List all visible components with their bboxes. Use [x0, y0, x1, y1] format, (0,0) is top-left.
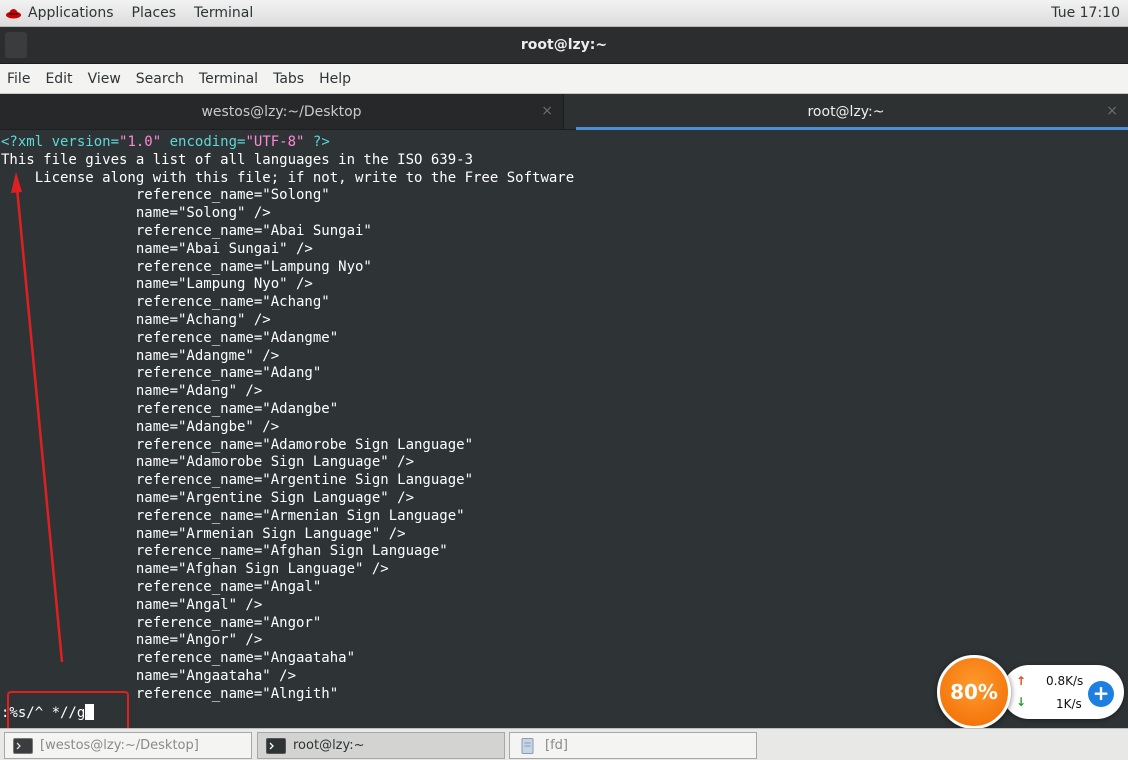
menu-terminal[interactable]: Terminal [191, 71, 265, 87]
terminal-line: reference_name="Armenian Sign Language" [1, 507, 465, 524]
terminal-line: name="Lampung Nyo" /> [1, 276, 313, 293]
menu-view[interactable]: View [80, 71, 128, 87]
terminal-line: name="Angal" /> [1, 596, 263, 613]
terminal-lines: This file gives a list of all languages … [1, 152, 1128, 704]
xml-version-value: "1.0" [119, 134, 162, 150]
tab-close-icon[interactable]: × [541, 103, 553, 119]
places-menu[interactable]: Places [123, 0, 186, 26]
terminal-line: name="Achang" /> [1, 311, 271, 328]
menu-edit[interactable]: Edit [38, 71, 80, 87]
tab-westos-desktop[interactable]: westos@lzy:~/Desktop × [0, 94, 564, 129]
terminal-line: reference_name="Afghan Sign Language" [1, 543, 448, 560]
terminal-line: reference_name="Adang" [1, 365, 322, 382]
terminal-line: reference_name="Argentine Sign Language" [1, 472, 474, 489]
menu-bar: File Edit View Search Terminal Tabs Help [0, 64, 1128, 94]
xml-decl-prefix: <?xml version= [1, 134, 120, 150]
xml-declaration-line: <?xml version="1.0" encoding="UTF-8" ?> [1, 134, 1128, 152]
download-arrow-icon: ↓ [1016, 695, 1027, 709]
plus-icon[interactable]: + [1088, 681, 1114, 707]
taskbar-label: [fd] [545, 738, 568, 753]
xml-decl-suffix: ?> [304, 134, 330, 150]
net-speed-widget[interactable]: ↑ 0.8K/s ↓ 1K/s + [1002, 665, 1124, 719]
terminal-output[interactable]: <?xml version="1.0" encoding="UTF-8" ?> … [0, 131, 1128, 728]
top-bar: Applications Places Terminal Tue 17:10 [0, 0, 1128, 27]
terminal-line: reference_name="Angor" [1, 614, 322, 631]
tab-close-icon[interactable]: × [1106, 103, 1118, 119]
terminal-line: License along with this file; if not, wr… [1, 169, 575, 186]
terminal-line: name="Afghan Sign Language" /> [1, 561, 389, 578]
terminal-line: name="Adamorobe Sign Language" /> [1, 454, 415, 471]
terminal-line: This file gives a list of all languages … [1, 151, 474, 168]
window-titlebar[interactable]: root@lzy:~ [0, 27, 1128, 64]
menu-tabs[interactable]: Tabs [266, 71, 312, 87]
tab-root-home[interactable]: root@lzy:~ × [564, 94, 1128, 130]
upload-speed: 0.8K/s [1046, 674, 1084, 688]
terminal-line: name="Adangbe" /> [1, 418, 280, 435]
tab-label: root@lzy:~ [807, 103, 885, 120]
terminal-line: reference_name="Abai Sungai" [1, 222, 372, 239]
terminal-line: name="Angor" /> [1, 632, 263, 649]
terminal-line: name="Adang" /> [1, 383, 263, 400]
redhat-logo-icon [6, 8, 21, 18]
terminal-line: reference_name="Adamorobe Sign Language" [1, 436, 474, 453]
file-icon [521, 737, 534, 754]
xml-encoding-value: "UTF-8" [245, 134, 305, 150]
memory-usage-ball[interactable]: 80% [937, 655, 1011, 729]
taskbar-item-root-home[interactable]: root@lzy:~ [257, 732, 505, 759]
terminal-line: reference_name="Solong" [1, 187, 330, 204]
terminal-line: reference_name="Lampung Nyo" [1, 258, 372, 275]
terminal-line: name="Adangme" /> [1, 347, 280, 364]
taskbar: [westos@lzy:~/Desktop] root@lzy:~ [fd] [0, 728, 1128, 760]
terminal-line: name="Armenian Sign Language" /> [1, 525, 406, 542]
applications-label: Applications [28, 5, 114, 21]
clock[interactable]: Tue 17:10 [1051, 5, 1120, 21]
taskbar-label: [westos@lzy:~/Desktop] [40, 738, 199, 753]
terminal-app-label: Terminal [194, 5, 254, 21]
taskbar-item-westos-desktop[interactable]: [westos@lzy:~/Desktop] [4, 732, 252, 759]
taskbar-label: root@lzy:~ [293, 738, 365, 753]
taskbar-item-fd[interactable]: [fd] [509, 732, 757, 759]
terminal-line: name="Solong" /> [1, 205, 271, 222]
menu-search[interactable]: Search [128, 71, 191, 87]
terminal-line: name="Abai Sungai" /> [1, 240, 313, 257]
tab-bar: westos@lzy:~/Desktop × root@lzy:~ × [0, 94, 1128, 130]
download-speed: 1K/s [1056, 697, 1082, 711]
menu-help[interactable]: Help [312, 71, 359, 87]
terminal-line: name="Argentine Sign Language" /> [1, 489, 415, 506]
menu-file[interactable]: File [0, 71, 38, 87]
terminal-icon [266, 737, 286, 754]
terminal-line: reference_name="Achang" [1, 294, 330, 311]
window-menu-icon[interactable] [5, 32, 27, 58]
terminal-app-menu[interactable]: Terminal [185, 0, 262, 26]
window-title: root@lzy:~ [520, 37, 608, 53]
applications-menu[interactable]: Applications [0, 0, 123, 26]
places-label: Places [131, 5, 177, 21]
terminal-line: reference_name="Angal" [1, 578, 322, 595]
terminal-icon [13, 737, 33, 754]
upload-arrow-icon: ↑ [1016, 674, 1027, 688]
tab-label: westos@lzy:~/Desktop [201, 103, 362, 120]
terminal-line: reference_name="Adangbe" [1, 400, 339, 417]
xml-encoding-attr: encoding= [161, 134, 246, 150]
terminal-line: reference_name="Adangme" [1, 329, 339, 346]
